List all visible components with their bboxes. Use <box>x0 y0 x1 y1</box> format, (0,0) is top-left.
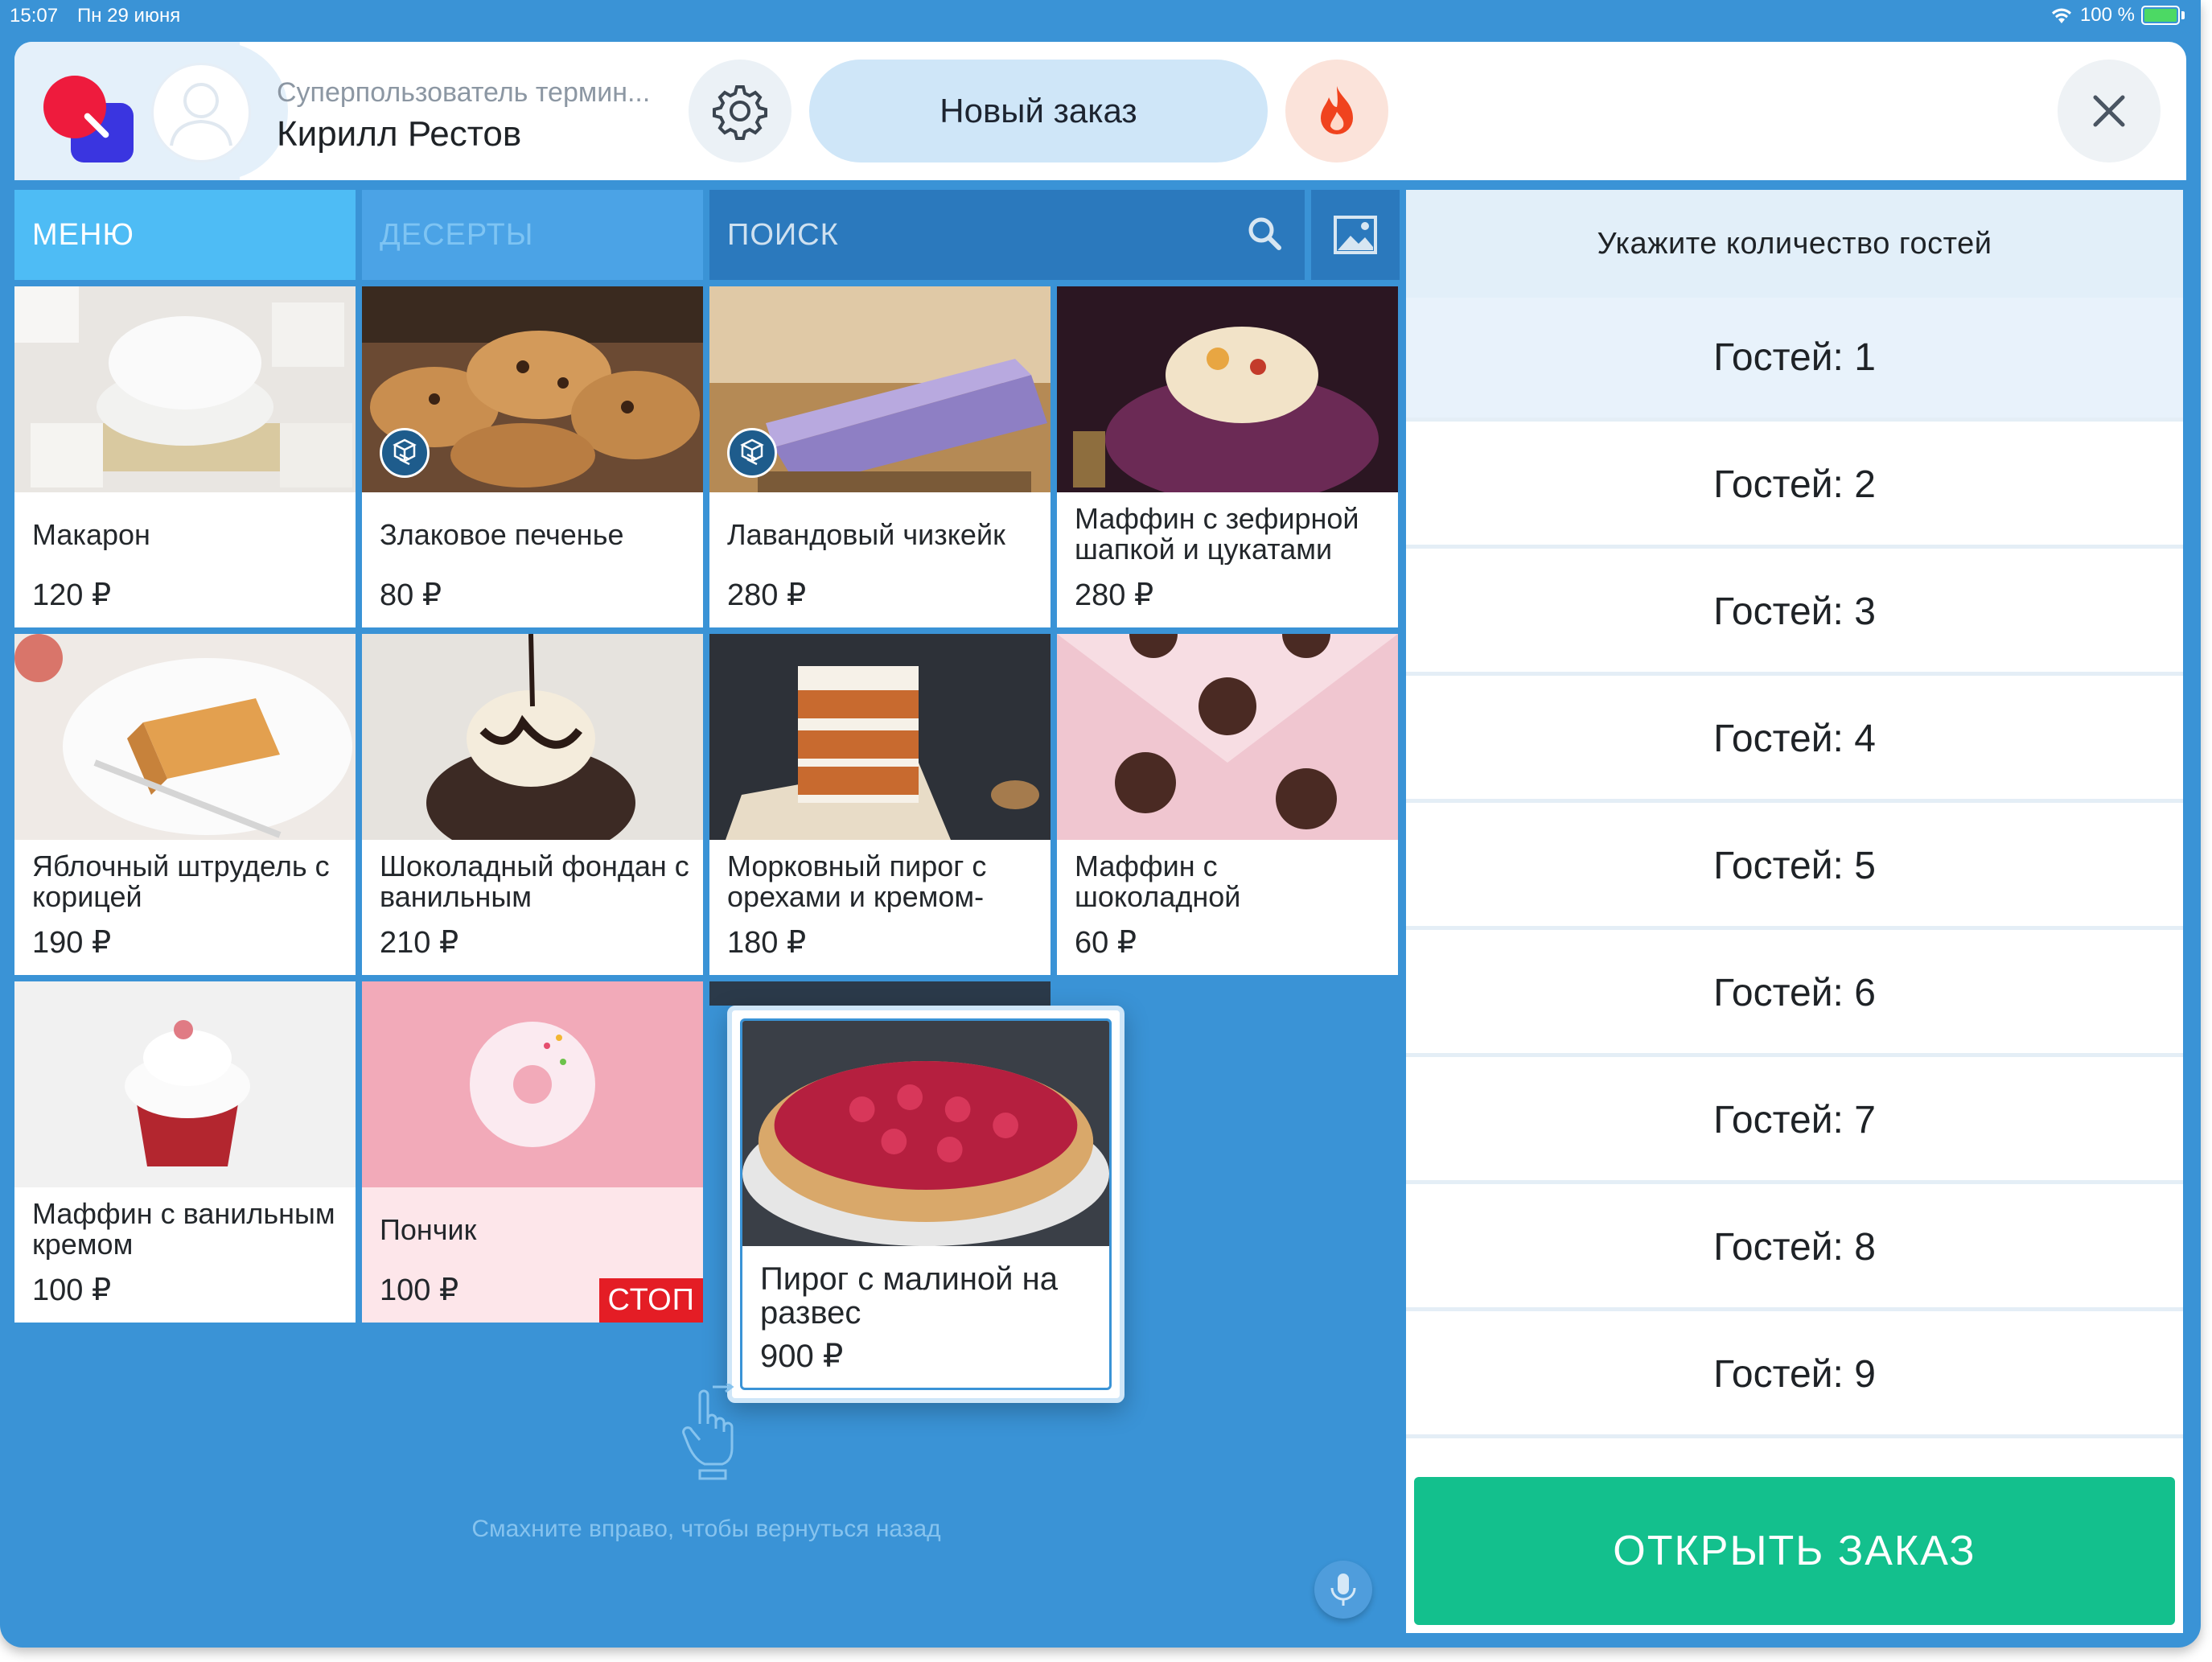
stop-badge: СТОП <box>599 1278 703 1323</box>
guest-option-6[interactable]: Гостей: 6 <box>1406 933 2183 1057</box>
product-price: 280 ₽ <box>1075 578 1154 612</box>
guest-option-4[interactable]: Гостей: 4 <box>1406 679 2183 803</box>
product-name: Пончик <box>380 1215 477 1245</box>
product-name: Шоколадный фондан с ванильным <box>380 851 689 912</box>
product-card-cookies[interactable]: Злаковое печенье 80 ₽ <box>362 286 703 627</box>
product-name: Макарон <box>32 520 150 550</box>
close-icon <box>2093 95 2125 127</box>
logo-icon <box>43 76 137 164</box>
guest-option-5[interactable]: Гостей: 5 <box>1406 806 2183 930</box>
product-name: Лавандовый чизкейк <box>727 520 1005 550</box>
user-name: Кирилл Рестов <box>277 114 522 154</box>
status-date: Пн 29 июня <box>77 5 181 27</box>
product-name: Маффин с шоколадной <box>1075 851 1241 912</box>
product-price: 80 ₽ <box>380 578 442 612</box>
microphone-icon <box>1330 1574 1356 1606</box>
product-card-vanilla-muffin[interactable]: Маффин с ванильным кремом 100 ₽ <box>14 981 356 1323</box>
swipe-hand-icon <box>682 1384 734 1480</box>
settings-button[interactable] <box>689 60 791 162</box>
battery-icon <box>2141 6 2180 25</box>
product-image <box>14 981 356 1187</box>
battery-tip <box>2181 11 2185 19</box>
product-name: Маффин с зефирной шапкой и цукатами <box>1075 504 1359 565</box>
user-role: Суперпользователь термин... <box>277 77 651 108</box>
drag-ghost-slot <box>709 981 1050 1006</box>
product-name: Маффин с ванильным кремом <box>32 1199 335 1260</box>
guest-option-9[interactable]: Гостей: 9 <box>1406 1314 2183 1438</box>
microphone-button[interactable] <box>1314 1561 1372 1619</box>
dragged-card-inner: Пирог с малиной на развес 900 ₽ <box>740 1018 1112 1390</box>
gear-icon <box>713 85 767 140</box>
guests-panel: Укажите количество гостей Гостей: 1 Гост… <box>1406 190 2183 1633</box>
wifi-icon <box>2051 8 2071 23</box>
image-toggle-button[interactable] <box>1311 190 1400 280</box>
product-image <box>362 981 703 1187</box>
product-image <box>1057 286 1398 492</box>
product-card-lavender-cheesecake[interactable]: Лавандовый чизкейк 280 ₽ <box>709 286 1050 627</box>
new-order-button[interactable]: Новый заказ <box>809 60 1268 162</box>
product-card-donut[interactable]: Пончик 100 ₽ СТОП <box>362 981 703 1323</box>
dragged-product-price: 900 ₽ <box>760 1339 844 1374</box>
product-price: 210 ₽ <box>380 926 459 960</box>
status-bar: 15:07 Пн 29 июня 100 % <box>0 0 2201 32</box>
product-name: Яблочный штрудель с корицей <box>32 851 330 912</box>
open-order-button[interactable]: ОТКРЫТЬ ЗАКАЗ <box>1414 1477 2175 1625</box>
tab-menu[interactable]: МЕНЮ <box>14 190 356 280</box>
search-icon[interactable] <box>1245 214 1284 253</box>
combo-icon <box>380 428 430 478</box>
guest-option-8[interactable]: Гостей: 8 <box>1406 1187 2183 1311</box>
product-image <box>14 634 356 840</box>
product-price: 100 ₽ <box>380 1273 459 1307</box>
product-price: 100 ₽ <box>32 1273 112 1307</box>
close-button[interactable] <box>2058 60 2161 162</box>
app-frame: 15:07 Пн 29 июня 100 % Суперпользователь… <box>0 0 2201 1648</box>
search-field[interactable]: ПОИСК <box>709 190 1305 280</box>
avatar-icon <box>170 83 232 146</box>
product-price: 120 ₽ <box>32 578 112 612</box>
swipe-hint-text: Смахните вправо, чтобы вернуться назад <box>471 1516 941 1542</box>
guests-panel-title: Укажите количество гостей <box>1406 190 2183 298</box>
dragged-product-name: Пирог с малиной на развес <box>760 1261 1058 1331</box>
image-icon <box>1334 216 1377 254</box>
product-image <box>742 1021 1109 1246</box>
dragged-product-card[interactable]: Пирог с малиной на развес 900 ₽ <box>727 1006 1125 1403</box>
product-name: Злаковое печенье <box>380 520 624 550</box>
guest-option-2[interactable]: Гостей: 2 <box>1406 425 2183 549</box>
avatar[interactable] <box>151 63 251 162</box>
tab-desserts[interactable]: ДЕСЕРТЫ <box>362 190 703 280</box>
product-name: Морковный пирог с орехами и кремом- <box>727 851 987 912</box>
product-price: 280 ₽ <box>727 578 807 612</box>
product-card-strudel[interactable]: Яблочный штрудель с корицей 190 ₽ <box>14 634 356 975</box>
status-right: 100 % <box>2050 4 2185 27</box>
guest-option-3[interactable]: Гостей: 3 <box>1406 552 2183 676</box>
product-image <box>709 634 1050 840</box>
status-time: 15:07 <box>10 5 59 27</box>
product-price: 60 ₽ <box>1075 926 1137 960</box>
product-price: 180 ₽ <box>727 926 807 960</box>
product-price: 190 ₽ <box>32 926 112 960</box>
fire-button[interactable] <box>1285 60 1388 162</box>
guest-option-7[interactable]: Гостей: 7 <box>1406 1060 2183 1184</box>
guest-option-1[interactable]: Гостей: 1 <box>1406 298 2183 422</box>
product-image <box>14 286 356 492</box>
product-card-muffin-marshmallow[interactable]: Маффин с зефирной шапкой и цукатами 280 … <box>1057 286 1398 627</box>
product-card-chocolate-fondant[interactable]: Шоколадный фондан с ванильным 210 ₽ <box>362 634 703 975</box>
product-image <box>1057 634 1398 840</box>
combo-icon <box>727 428 777 478</box>
fire-icon <box>1321 86 1353 134</box>
product-image <box>362 634 703 840</box>
product-card-macaron[interactable]: Макарон 120 ₽ <box>14 286 356 627</box>
battery-text: 100 % <box>2079 4 2135 26</box>
header-bar: Суперпользователь термин... Кирилл Ресто… <box>14 42 2186 180</box>
search-label: ПОИСК <box>727 217 839 252</box>
product-card-chocolate-muffin[interactable]: Маффин с шоколадной 60 ₽ <box>1057 634 1398 975</box>
product-card-carrot-cake[interactable]: Морковный пирог с орехами и кремом- 180 … <box>709 634 1050 975</box>
